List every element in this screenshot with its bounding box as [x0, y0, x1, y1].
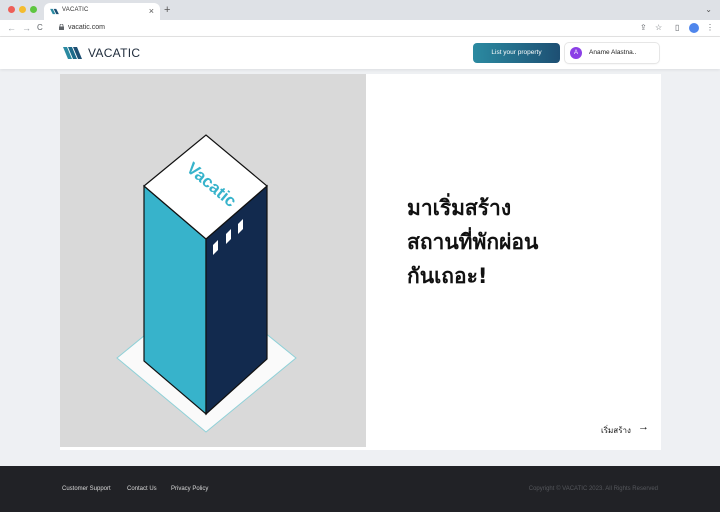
profile-icon[interactable]	[689, 23, 699, 33]
avatar: A	[570, 47, 582, 59]
bookmark-star-icon[interactable]: ☆	[655, 22, 662, 34]
building-illustration-svg: Vacatic	[116, 134, 297, 433]
logo-text[interactable]: VACATIC	[88, 46, 140, 60]
lock-icon	[59, 24, 64, 30]
browser-tab[interactable]: VACATIC ×	[44, 3, 160, 20]
site-footer: Customer Support Contact Us Privacy Poli…	[0, 466, 720, 512]
window-close-button[interactable]	[8, 6, 15, 13]
window-zoom-button[interactable]	[30, 6, 37, 13]
site-header: VACATIC List your property A Aname Alast…	[0, 37, 720, 69]
vacatic-favicon-icon	[50, 8, 59, 15]
tab-title: VACATIC	[62, 7, 89, 13]
hero-headline: มาเริ่มสร้าง สถานที่พักผ่อน กันเถอะ!	[407, 191, 637, 293]
back-icon[interactable]: ←	[7, 22, 16, 34]
start-building-link[interactable]: เริ่มสร้าง	[601, 424, 631, 437]
copyright-text: Copyright © VACATIC 2023. All Rights Res…	[528, 486, 658, 492]
browser-tab-bar: VACATIC × + ⌄	[0, 0, 720, 20]
footer-link-contact-us[interactable]: Contact Us	[127, 486, 157, 492]
list-your-property-button[interactable]: List your property	[473, 43, 560, 63]
window-minimize-button[interactable]	[19, 6, 26, 13]
footer-link-customer-support[interactable]: Customer Support	[62, 486, 111, 492]
headline-line-3: กันเถอะ!	[407, 264, 488, 288]
address-bar: ← → C vacatic.com ⇪ ☆ ▯ ⋮	[0, 20, 720, 37]
url-field[interactable]: vacatic.com	[68, 24, 105, 31]
footer-link-privacy-policy[interactable]: Privacy Policy	[171, 486, 208, 492]
browser-menu-icon[interactable]: ⋮	[706, 22, 714, 34]
user-name: Aname Alastna..	[589, 49, 637, 56]
share-icon[interactable]: ⇪	[640, 22, 647, 34]
vacatic-logo-icon[interactable]	[63, 45, 83, 61]
building-illustration: Vacatic	[60, 74, 366, 447]
arrow-right-icon[interactable]: →	[638, 421, 649, 433]
user-menu[interactable]: A Aname Alastna..	[565, 43, 659, 63]
forward-icon[interactable]: →	[22, 22, 31, 34]
tab-list-chevron-icon[interactable]: ⌄	[705, 5, 712, 14]
headline-line-2: สถานที่พักผ่อน	[407, 230, 539, 254]
reload-icon[interactable]: C	[37, 22, 43, 34]
hero-card: Vacatic มาเริ่มสร้าง สถานที่พักผ่อน กันเ…	[60, 74, 661, 450]
new-tab-icon[interactable]: +	[164, 4, 170, 16]
headline-line-1: มาเริ่มสร้าง	[407, 196, 512, 220]
sidebar-icon[interactable]: ▯	[675, 22, 679, 34]
tab-close-icon[interactable]: ×	[149, 5, 154, 17]
